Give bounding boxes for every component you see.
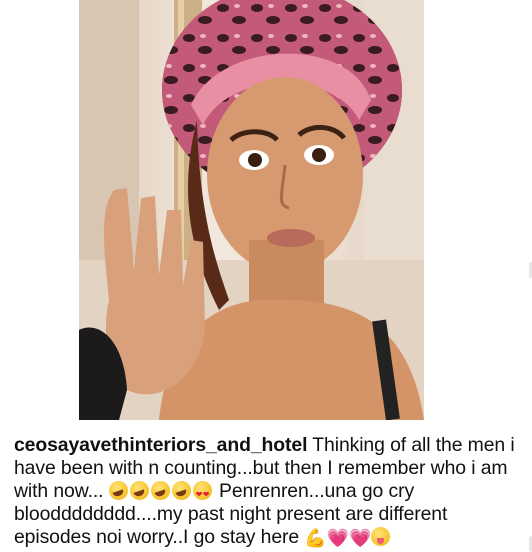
post-photo[interactable] (79, 0, 424, 420)
growing-heart-emoji-icon: 💗 (349, 528, 372, 548)
rolling-on-floor-laughing-emoji-icon (129, 481, 149, 500)
winking-face-with-tongue-emoji-icon (371, 527, 391, 546)
post-caption: ceosayavethinteriors_and_hotel Thinking … (14, 434, 519, 550)
rolling-on-floor-laughing-emoji-icon (150, 481, 170, 500)
rolling-on-floor-laughing-emoji-icon (108, 481, 128, 500)
username-link[interactable]: ceosayavethinteriors_and_hotel (14, 434, 307, 456)
rolling-on-floor-laughing-emoji-icon (171, 481, 191, 500)
flexed-biceps-emoji-icon: 💪 (304, 528, 327, 548)
photo-illustration (79, 0, 424, 420)
growing-heart-emoji-icon: 💗 (326, 528, 350, 548)
heart-eyes-emoji-icon (192, 481, 212, 506)
